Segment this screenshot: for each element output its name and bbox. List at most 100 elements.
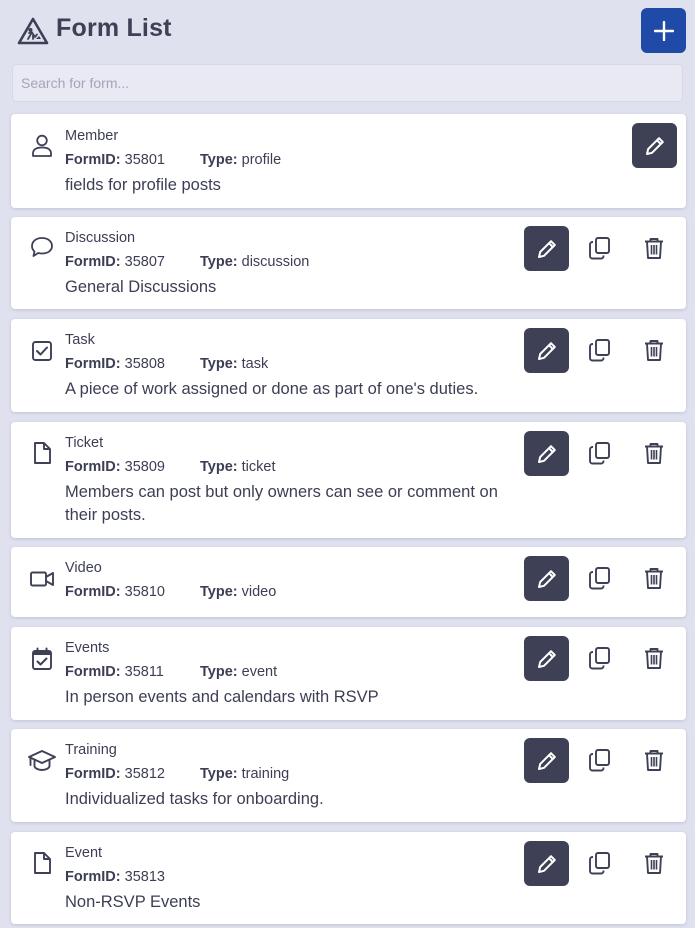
pencil-icon bbox=[537, 239, 556, 258]
form-description: fields for profile posts bbox=[65, 176, 221, 194]
delete-button[interactable] bbox=[639, 233, 669, 263]
pencil-icon bbox=[537, 569, 556, 588]
form-name: Task bbox=[65, 332, 95, 348]
form-description: Members can post but only owners can see… bbox=[65, 483, 498, 524]
edit-button[interactable] bbox=[524, 226, 569, 271]
form-card: Member FormID: 35801 Type: profile field… bbox=[11, 114, 686, 208]
duplicate-button[interactable] bbox=[585, 563, 615, 593]
form-description: In person events and calendars with RSVP bbox=[65, 688, 379, 706]
form-id-label: FormID: bbox=[65, 356, 121, 372]
trash-icon bbox=[645, 443, 663, 464]
form-type-value: video bbox=[241, 584, 277, 600]
form-name: Video bbox=[65, 560, 102, 576]
form-card: Video FormID: 35810 Type: video bbox=[11, 547, 686, 617]
form-type-label: Type: bbox=[200, 766, 238, 782]
form-card: Events FormID: 35811 Type: event In pers… bbox=[11, 627, 686, 720]
add-form-button[interactable] bbox=[641, 8, 686, 53]
form-type-value: training bbox=[241, 766, 290, 782]
duplicate-button[interactable] bbox=[585, 438, 615, 468]
edit-button[interactable] bbox=[632, 123, 677, 168]
copy-icon bbox=[589, 237, 610, 260]
trash-icon bbox=[645, 568, 663, 589]
duplicate-button[interactable] bbox=[585, 848, 615, 878]
edit-button[interactable] bbox=[524, 431, 569, 476]
form-type-value: event bbox=[241, 664, 278, 680]
warning-triangle-worker-icon bbox=[17, 17, 49, 45]
form-name: Events bbox=[65, 640, 110, 656]
copy-icon bbox=[589, 442, 610, 465]
form-name: Event bbox=[65, 845, 103, 861]
form-type-value: profile bbox=[241, 152, 282, 168]
form-id-label: FormID: bbox=[65, 869, 121, 885]
form-type-value: task bbox=[241, 356, 269, 372]
form-id-value: 35813 bbox=[124, 869, 165, 885]
form-id-value: 35807 bbox=[124, 254, 165, 270]
form-id-label: FormID: bbox=[65, 584, 121, 600]
form-id-label: FormID: bbox=[65, 459, 121, 475]
pencil-icon bbox=[537, 444, 556, 463]
form-meta: FormID: 35811 Type: event bbox=[65, 664, 277, 680]
pencil-icon bbox=[537, 751, 556, 770]
copy-icon bbox=[589, 749, 610, 772]
form-type-label: Type: bbox=[200, 356, 238, 372]
form-card: Discussion FormID: 35807 Type: discussio… bbox=[11, 217, 686, 309]
form-id-value: 35809 bbox=[124, 459, 165, 475]
edit-button[interactable] bbox=[524, 636, 569, 681]
form-id-label: FormID: bbox=[65, 254, 121, 270]
checkbox-icon bbox=[32, 341, 52, 361]
duplicate-button[interactable] bbox=[585, 643, 615, 673]
form-name: Member bbox=[65, 128, 119, 144]
form-type-value: ticket bbox=[241, 459, 276, 475]
trash-icon bbox=[645, 340, 663, 361]
search-input[interactable] bbox=[12, 64, 683, 102]
delete-button[interactable] bbox=[639, 563, 669, 593]
form-meta: FormID: 35809 Type: ticket bbox=[65, 459, 275, 475]
delete-button[interactable] bbox=[639, 438, 669, 468]
form-meta: FormID: 35801 Type: profile bbox=[65, 152, 281, 168]
delete-button[interactable] bbox=[639, 745, 669, 775]
duplicate-button[interactable] bbox=[585, 335, 615, 365]
edit-button[interactable] bbox=[524, 738, 569, 783]
trash-icon bbox=[645, 238, 663, 259]
form-description: General Discussions bbox=[65, 278, 217, 296]
form-id-value: 35810 bbox=[124, 584, 165, 600]
form-meta: FormID: 35813 bbox=[65, 869, 165, 885]
copy-icon bbox=[589, 339, 610, 362]
graduation-cap-icon bbox=[28, 750, 56, 771]
pencil-icon bbox=[537, 854, 556, 873]
copy-icon bbox=[589, 852, 610, 875]
form-type-label: Type: bbox=[200, 254, 238, 270]
form-meta: FormID: 35807 Type: discussion bbox=[65, 254, 309, 270]
trash-icon bbox=[645, 853, 663, 874]
form-description: Non-RSVP Events bbox=[65, 893, 201, 911]
delete-button[interactable] bbox=[639, 643, 669, 673]
form-id-label: FormID: bbox=[65, 664, 121, 680]
form-type-label: Type: bbox=[200, 459, 238, 475]
duplicate-button[interactable] bbox=[585, 745, 615, 775]
edit-button[interactable] bbox=[524, 556, 569, 601]
form-card: Task FormID: 35808 Type: task A piece of… bbox=[11, 319, 686, 412]
duplicate-button[interactable] bbox=[585, 233, 615, 263]
form-id-label: FormID: bbox=[65, 766, 121, 782]
pencil-icon bbox=[645, 136, 664, 155]
form-id-value: 35812 bbox=[124, 766, 165, 782]
form-description: Individualized tasks for onboarding. bbox=[65, 790, 324, 808]
calendar-check-icon bbox=[32, 647, 52, 670]
delete-button[interactable] bbox=[639, 848, 669, 878]
form-card: Event FormID: 35813 Non-RSVP Events bbox=[11, 832, 686, 924]
edit-button[interactable] bbox=[524, 328, 569, 373]
plus-icon bbox=[653, 20, 674, 41]
form-card: Ticket FormID: 35809 Type: ticket Member… bbox=[11, 422, 686, 538]
edit-button[interactable] bbox=[524, 841, 569, 886]
form-name: Discussion bbox=[65, 230, 136, 246]
form-id-value: 35808 bbox=[124, 356, 165, 372]
video-camera-icon bbox=[30, 571, 54, 587]
form-name: Training bbox=[65, 742, 117, 758]
pencil-icon bbox=[537, 341, 556, 360]
form-name: Ticket bbox=[65, 435, 104, 451]
delete-button[interactable] bbox=[639, 335, 669, 365]
pencil-icon bbox=[537, 649, 556, 668]
form-meta: FormID: 35810 Type: video bbox=[65, 584, 276, 600]
file-icon bbox=[34, 442, 51, 464]
form-meta: FormID: 35808 Type: task bbox=[65, 356, 268, 372]
